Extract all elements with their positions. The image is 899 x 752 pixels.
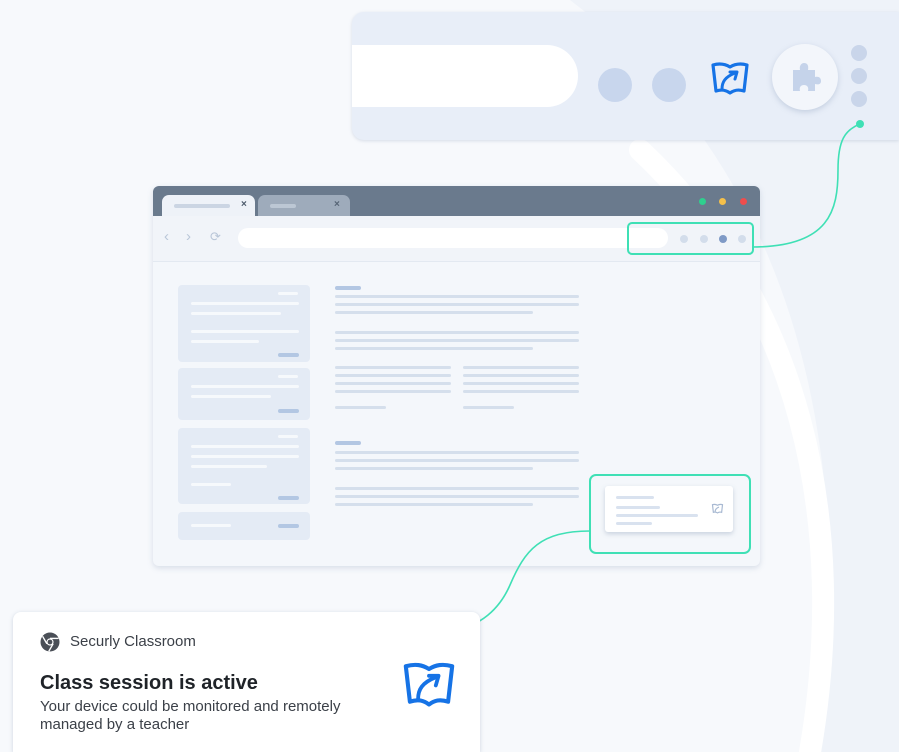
menu-dots-icon[interactable] — [851, 68, 867, 84]
navigation-bar: ‹ › ⟳ — [153, 216, 760, 262]
extension-slot[interactable] — [652, 68, 686, 102]
tab-close-icon[interactable]: × — [241, 198, 247, 212]
extensions-puzzle-icon — [793, 63, 821, 91]
back-icon[interactable]: ‹ — [164, 228, 169, 246]
window-maximize-icon[interactable] — [699, 198, 706, 205]
zoomed-toolbar — [352, 12, 899, 140]
securly-classroom-icon[interactable] — [708, 56, 752, 100]
tab-close-icon[interactable]: × — [334, 198, 340, 212]
list-item[interactable] — [178, 428, 310, 504]
reload-icon[interactable]: ⟳ — [210, 228, 221, 246]
tab-inactive[interactable]: × — [258, 195, 350, 216]
list-item[interactable] — [178, 285, 310, 362]
notification-body: Your device could be monitored and remot… — [40, 698, 341, 733]
browser-window: × × ‹ › ⟳ — [153, 186, 760, 566]
notification-popup[interactable]: Securly Classroom Class session is activ… — [13, 612, 480, 752]
notification-title: Class session is active — [40, 672, 258, 694]
chrome-icon — [40, 632, 60, 652]
list-item[interactable] — [178, 512, 310, 540]
menu-dots-icon[interactable] — [851, 91, 867, 107]
extension-slot[interactable] — [598, 68, 632, 102]
window-close-icon[interactable] — [740, 198, 747, 205]
list-item[interactable] — [178, 368, 310, 420]
notification-app-name: Securly Classroom — [70, 633, 196, 650]
toolbar-highlight — [627, 222, 754, 255]
omnibox[interactable] — [352, 45, 578, 107]
window-minimize-icon[interactable] — [719, 198, 726, 205]
title-bar: × × — [153, 186, 760, 216]
menu-dots-icon[interactable] — [851, 45, 867, 61]
notification-highlight — [589, 474, 751, 554]
tab-active[interactable]: × — [162, 195, 255, 216]
address-bar[interactable] — [238, 228, 668, 248]
extensions-button[interactable] — [772, 44, 838, 110]
securly-classroom-icon — [403, 662, 455, 707]
forward-icon[interactable]: › — [186, 228, 191, 246]
